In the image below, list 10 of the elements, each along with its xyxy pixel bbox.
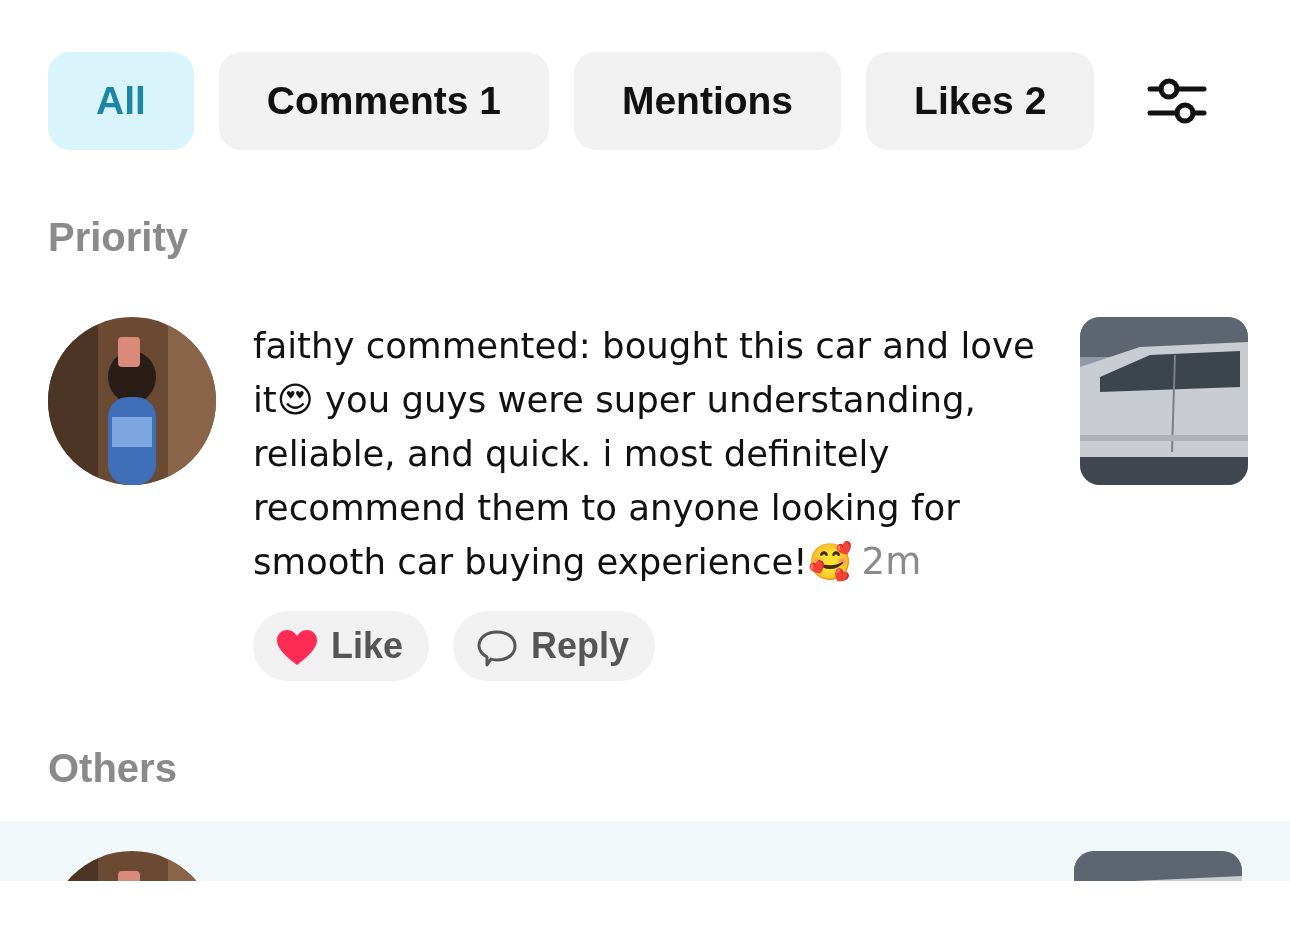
filter-tab[interactable]: All	[48, 52, 194, 150]
filter-tab[interactable]: Mentions	[573, 52, 842, 150]
filter-tab[interactable]: Comments 1	[218, 52, 549, 150]
reply-button[interactable]: Reply	[453, 611, 656, 681]
like-button[interactable]: Like	[253, 611, 430, 681]
section-heading: Priority	[48, 214, 190, 261]
section-heading: Others	[48, 745, 178, 792]
filter-tab[interactable]: Likes 2	[866, 52, 1095, 150]
notification-row[interactable]	[0, 821, 1290, 881]
comment-text: faithy commented: bought this car and love it😍 you guys were super understanding, reliable, and quick. i most definitely recommend them to anyone looking for smooth car buying experience!🥰 2m	[253, 324, 1036, 585]
